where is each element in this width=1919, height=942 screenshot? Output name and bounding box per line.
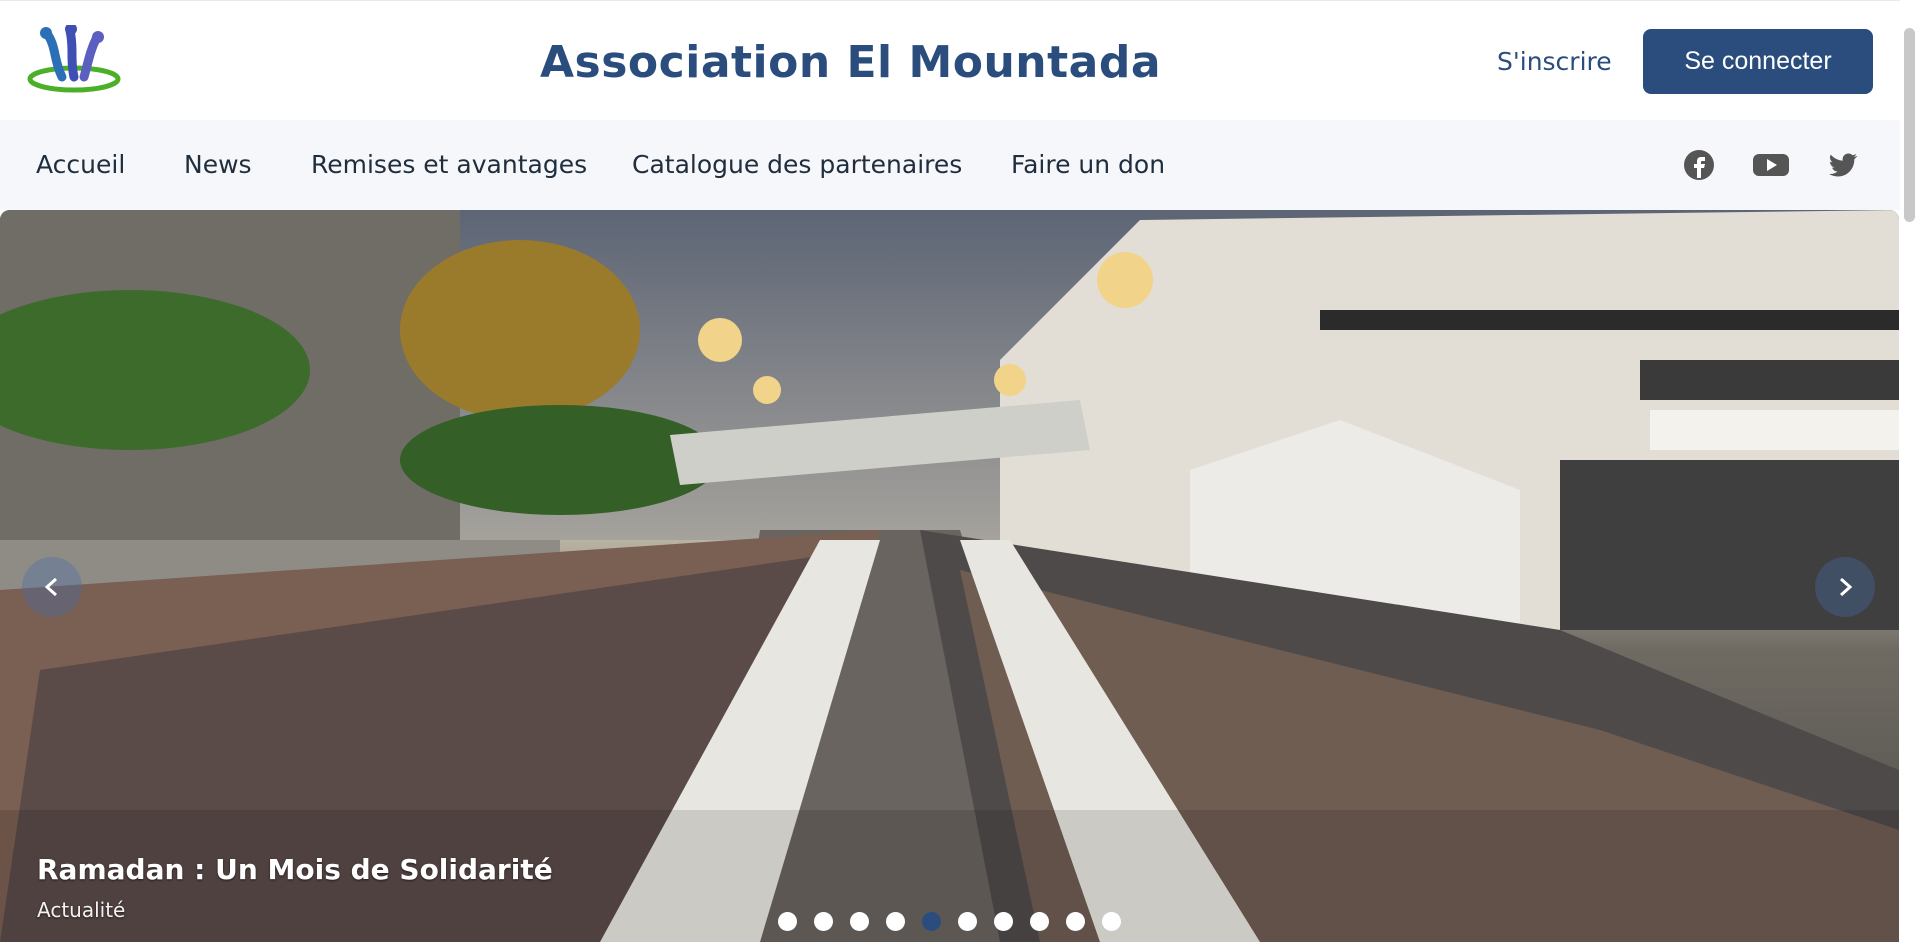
twitter-icon[interactable] [1826,148,1860,182]
carousel-indicators [778,912,1121,931]
youtube-icon[interactable] [1752,148,1790,182]
carousel-dot[interactable] [814,912,833,931]
page-scrollbar[interactable] [1900,0,1919,942]
page-title: Association El Mountada [540,37,1162,88]
carousel-dot-active[interactable] [922,912,941,931]
login-button[interactable]: Se connecter [1643,29,1873,94]
slide-title[interactable]: Ramadan : Un Mois de Solidarité [37,853,553,886]
hero-carousel[interactable]: Ramadan : Un Mois de Solidarité Actualit… [0,210,1899,942]
carousel-dot[interactable] [1102,912,1121,931]
carousel-next-button[interactable] [1815,557,1875,617]
carousel-dot[interactable] [958,912,977,931]
slide-category: Actualité [37,898,126,922]
site-header: Association El Mountada S'inscrire Se co… [0,0,1900,121]
association-logo[interactable] [26,23,122,97]
carousel-dot[interactable] [994,912,1013,931]
signup-link[interactable]: S'inscrire [1497,47,1612,76]
carousel-dot[interactable] [1066,912,1085,931]
chevron-right-icon [1840,577,1853,597]
carousel-prev-button[interactable] [22,557,82,617]
carousel-dot[interactable] [886,912,905,931]
facebook-icon[interactable] [1682,148,1716,182]
main-navigation: Accueil News Remises et avantages Catalo… [0,120,1900,210]
nav-item-don[interactable]: Faire un don [1011,150,1165,179]
hero-image [0,210,1899,942]
nav-item-remises[interactable]: Remises et avantages [311,150,587,179]
carousel-dot[interactable] [778,912,797,931]
scrollbar-thumb[interactable] [1904,28,1915,222]
nav-item-catalogue[interactable]: Catalogue des partenaires [632,150,962,179]
carousel-dot[interactable] [850,912,869,931]
nav-item-news[interactable]: News [184,150,252,179]
carousel-dot[interactable] [1030,912,1049,931]
nav-item-accueil[interactable]: Accueil [36,150,125,179]
chevron-left-icon [44,577,57,597]
